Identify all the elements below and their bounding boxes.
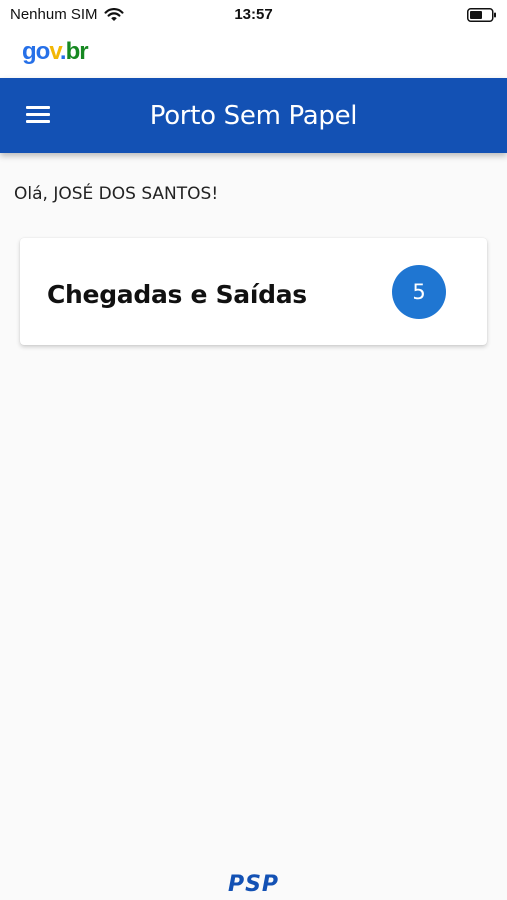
card-title: Chegadas e Saídas	[47, 280, 307, 309]
brand-bar: gov.br	[0, 30, 507, 78]
greeting-text: Olá, JOSÉ DOS SANTOS!	[14, 184, 219, 204]
app-header: Porto Sem Papel	[0, 78, 507, 153]
page-title: Porto Sem Papel	[149, 101, 358, 131]
logo-part-v: v	[49, 38, 61, 65]
count-badge: 5	[392, 265, 446, 319]
arrivals-departures-card[interactable]: Chegadas e Saídas 5	[20, 238, 487, 345]
status-bar: Nenhum SIM 13:57	[0, 0, 507, 30]
battery-icon	[467, 8, 497, 22]
logo-part-br: br	[65, 38, 89, 65]
govbr-logo: gov.br	[22, 38, 89, 66]
logo-part-go: go	[22, 38, 50, 65]
psp-logo: PSP	[227, 872, 280, 897]
app-screen: { "status_bar": { "carrier": "Nenhum SIM…	[0, 0, 507, 900]
status-time: 13:57	[234, 6, 273, 23]
